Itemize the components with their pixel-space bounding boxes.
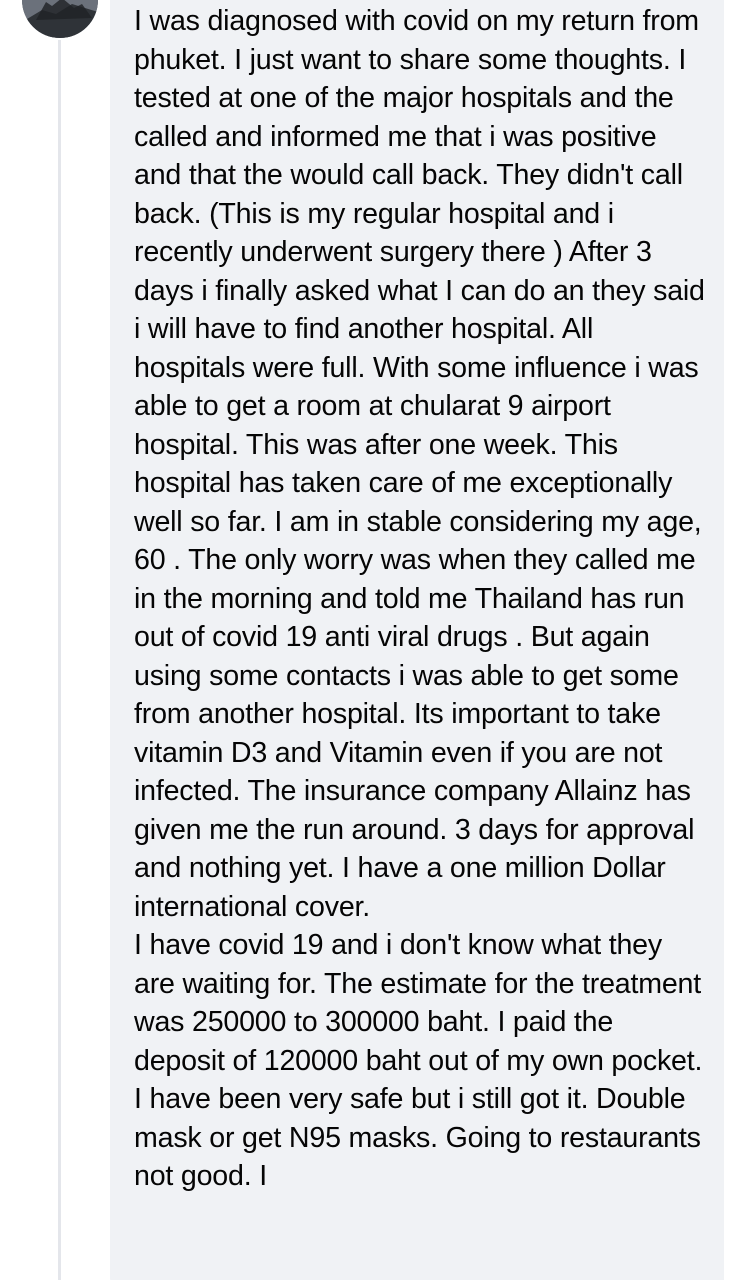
comment-paragraph: I was diagnosed with covid on my return … <box>134 5 705 923</box>
profile-photo-icon <box>22 0 98 38</box>
comment-bubble[interactable]: I was diagnosed with covid on my return … <box>110 0 724 1280</box>
avatar[interactable] <box>22 0 98 38</box>
thread-line <box>58 40 61 1280</box>
comment-text: I was diagnosed with covid on my return … <box>134 0 706 1196</box>
comment-paragraph: I have covid 19 and i don't know what th… <box>134 929 703 1192</box>
